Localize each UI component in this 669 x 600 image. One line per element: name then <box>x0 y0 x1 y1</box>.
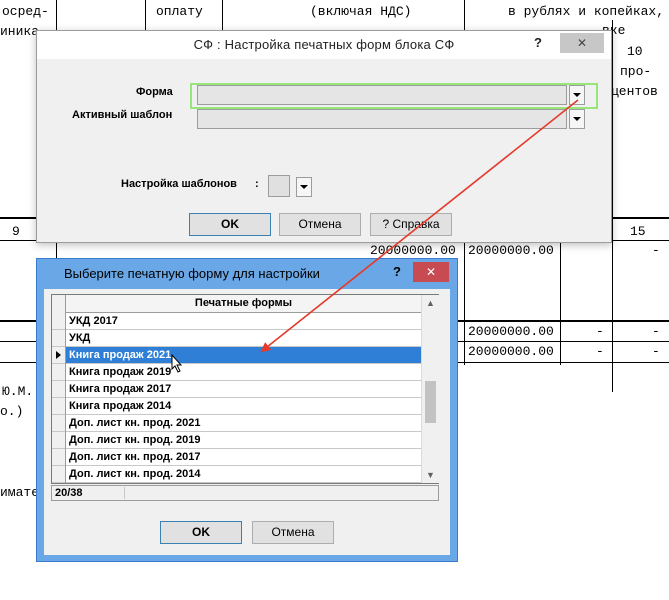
select-ok-button[interactable]: OK <box>160 521 242 544</box>
doc-header-text: иника <box>0 24 40 39</box>
templates-setup-combo[interactable] <box>268 175 290 197</box>
row-indicator <box>52 381 65 398</box>
active-template-dropdown-button[interactable] <box>569 109 585 129</box>
grid-row[interactable]: Доп. лист кн. прод. 2017 <box>66 449 421 466</box>
row-indicator <box>52 330 65 347</box>
select-dialog-body: Печатные формы УКД 2017 УКД Книга продаж 2… <box>44 289 450 555</box>
doc-dash: - <box>652 243 660 258</box>
settings-help-button-bottom[interactable]: ? Справка <box>370 213 452 236</box>
settings-dialog-titlebar[interactable]: СФ : Настройка печатных форм блока СФ ? … <box>37 31 611 59</box>
grid-row[interactable]: Доп. лист кн. прод. 2021 <box>66 415 421 432</box>
select-close-button[interactable]: ✕ <box>413 262 449 282</box>
scrollbar-thumb[interactable] <box>425 381 436 423</box>
doc-header-text: про- <box>620 64 652 79</box>
doc-header-text: (включая НДС) <box>310 4 412 19</box>
chevron-down-icon <box>300 185 308 189</box>
status-field <box>124 487 255 499</box>
row-pointer-icon <box>56 351 61 359</box>
settings-close-button[interactable]: ✕ <box>560 33 604 53</box>
doc-grid-line <box>458 341 669 342</box>
row-indicator <box>52 398 65 415</box>
doc-amount: 20000000.00 <box>468 324 554 339</box>
row-indicator <box>52 313 65 330</box>
settings-ok-button[interactable]: OK <box>189 213 271 236</box>
active-template-label: Активный шаблон <box>72 109 173 121</box>
grid-row[interactable]: Книга продаж 2021 <box>66 347 421 364</box>
grid-row[interactable]: УКД <box>66 330 421 347</box>
doc-grid-line <box>0 341 36 342</box>
doc-amount: 20000000.00 <box>468 344 554 359</box>
print-forms-grid[interactable]: Печатные формы УКД 2017 УКД Книга продаж 2… <box>51 294 439 484</box>
doc-grid-line <box>612 217 669 219</box>
grid-row[interactable]: Книга продаж 2019 <box>66 364 421 381</box>
row-indicator <box>52 364 65 381</box>
doc-grid-line <box>0 217 36 219</box>
doc-header-text: оплату <box>156 4 203 19</box>
grid-row[interactable]: Книга продаж 2014 <box>66 398 421 415</box>
settings-help-button[interactable]: ? <box>527 33 549 53</box>
doc-amount: 20000000.00 <box>468 243 554 258</box>
doc-header-text: центов <box>611 84 658 99</box>
doc-dash: - <box>652 324 660 339</box>
row-indicator <box>52 432 65 449</box>
doc-grid-line <box>560 240 561 365</box>
chevron-down-icon <box>573 117 581 121</box>
grid-vertical-scrollbar[interactable]: ▲ ▼ <box>421 295 439 483</box>
doc-dash: - <box>596 344 604 359</box>
grid-row[interactable]: Доп. лист кн. прод. 2019 <box>66 432 421 449</box>
row-indicator <box>52 415 65 432</box>
print-forms-settings-dialog: СФ : Настройка печатных форм блока СФ ? … <box>36 30 612 243</box>
doc-row-number: 9 <box>12 224 20 239</box>
doc-header-text: осред- <box>2 4 49 19</box>
scroll-up-icon[interactable]: ▲ <box>422 295 439 311</box>
doc-amount: 20000000.00 <box>370 243 456 258</box>
select-dialog-title: Выберите печатную форму для настройки <box>64 266 320 281</box>
record-counter: 20/38 <box>55 487 83 499</box>
doc-row-number: 15 <box>630 224 646 239</box>
select-cancel-button[interactable]: Отмена <box>252 521 334 544</box>
doc-side-text: о.) <box>0 404 24 419</box>
templates-setup-label: Настройка шаблонов <box>121 178 237 190</box>
grid-row[interactable]: Доп. лист кн. прод. 2014 <box>66 466 421 483</box>
doc-header-text: 10 <box>627 44 643 59</box>
row-indicator <box>52 449 65 466</box>
select-help-button[interactable]: ? <box>387 262 407 282</box>
doc-grid-line <box>0 240 36 241</box>
doc-side-text: Ю.М. <box>2 384 34 399</box>
grid-row[interactable]: Книга продаж 2017 <box>66 381 421 398</box>
row-indicator <box>52 347 65 364</box>
active-template-combo[interactable] <box>197 109 567 129</box>
doc-header-text: в рублях и копейках, <box>508 4 665 19</box>
doc-grid-line <box>0 362 36 363</box>
scroll-down-icon[interactable]: ▼ <box>422 467 439 483</box>
column-header-print-forms[interactable]: Печатные формы <box>66 295 421 313</box>
doc-grid-line <box>612 20 613 392</box>
select-print-form-dialog: Выберите печатную форму для настройки ? … <box>36 258 458 562</box>
forma-label: Форма <box>136 86 173 98</box>
doc-grid-line <box>458 320 669 322</box>
templates-setup-dropdown-button[interactable] <box>296 177 312 197</box>
grid-status-bar: 20/38 <box>51 485 439 501</box>
row-indicator <box>52 466 65 483</box>
doc-side-text: имате <box>0 485 40 500</box>
doc-grid-line <box>464 240 465 365</box>
doc-grid-line <box>612 240 669 241</box>
doc-dash: - <box>652 344 660 359</box>
doc-grid-line <box>0 320 36 322</box>
highlight-box-annotation <box>190 83 598 109</box>
doc-dash: - <box>596 324 604 339</box>
grid-row[interactable]: УКД 2017 <box>66 313 421 330</box>
settings-dialog-title: СФ : Настройка печатных форм блока СФ <box>193 37 455 52</box>
doc-grid-line <box>458 362 669 363</box>
settings-cancel-button[interactable]: Отмена <box>279 213 361 236</box>
templates-setup-colon: : <box>255 178 259 190</box>
